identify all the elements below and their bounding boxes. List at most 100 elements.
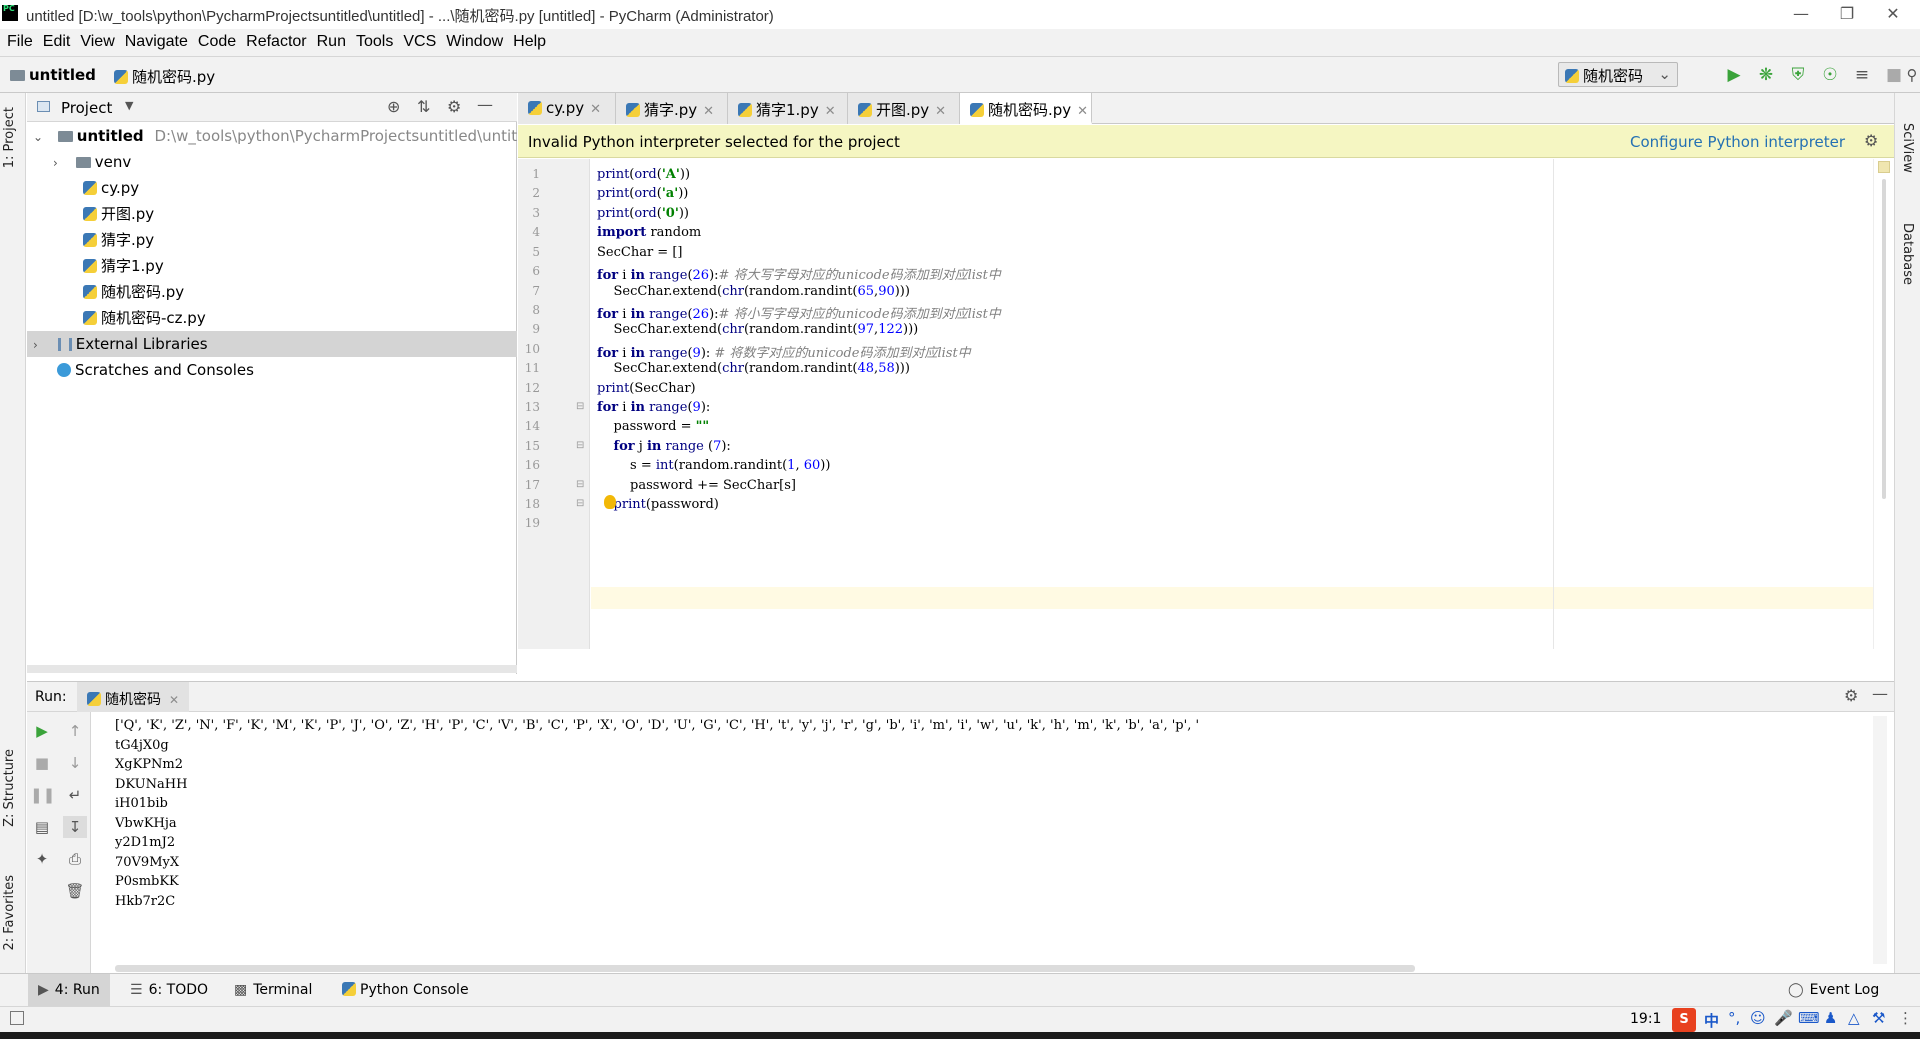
output-horizontal-scrollbar[interactable]: [115, 965, 1415, 972]
collapse-all-icon[interactable]: ⇅: [417, 97, 430, 116]
tree-item-file[interactable]: 随机密码-cz.py: [27, 305, 517, 331]
tab-kaitu[interactable]: 开图.py ✕: [848, 93, 960, 124]
gear-icon[interactable]: ⚙: [447, 97, 461, 116]
close-icon[interactable]: ✕: [825, 104, 836, 119]
tree-item-venv[interactable]: › venv: [27, 149, 517, 175]
trash-icon[interactable]: 🗑: [63, 880, 87, 902]
locate-file-icon[interactable]: ⊕: [387, 97, 400, 116]
lightbulb-icon[interactable]: [604, 495, 616, 509]
tool-tab-favorites[interactable]: 2: Favorites: [2, 875, 17, 951]
tab-cy[interactable]: cy.py ✕: [518, 93, 616, 124]
close-icon[interactable]: ✕: [169, 693, 179, 707]
close-icon[interactable]: ✕: [703, 104, 714, 119]
more-icon[interactable]: ⋮: [1898, 1009, 1913, 1027]
close-window-button[interactable]: ✕: [1870, 2, 1916, 26]
warning-indicator-icon[interactable]: [1878, 161, 1890, 173]
event-log-button[interactable]: ◯ Event Log: [1778, 974, 1889, 1007]
print-icon[interactable]: ⎙: [63, 848, 87, 870]
menu-vcs[interactable]: VCS: [398, 29, 441, 51]
project-view-select[interactable]: Project: [61, 99, 112, 117]
stop-icon[interactable]: ■: [1884, 65, 1904, 85]
run-configuration-select[interactable]: 随机密码 ⌄: [1558, 62, 1678, 87]
run-icon[interactable]: ▶: [1724, 65, 1744, 85]
menu-navigate[interactable]: Navigate: [120, 29, 193, 51]
stop-icon[interactable]: ■: [30, 752, 54, 774]
search-icon[interactable]: ⚲: [1902, 65, 1920, 85]
debug-icon[interactable]: ❋: [1756, 65, 1776, 85]
output-vertical-scrollbar[interactable]: [1873, 716, 1887, 964]
run-with-coverage-icon[interactable]: ⛨: [1788, 65, 1808, 85]
fold-icon[interactable]: ⊟: [576, 401, 584, 412]
menu-refactor[interactable]: Refactor: [241, 29, 311, 51]
skin-icon[interactable]: △: [1848, 1009, 1860, 1027]
restore-layout-icon[interactable]: ▤: [30, 816, 54, 838]
menu-code[interactable]: Code: [193, 29, 241, 51]
caret-position[interactable]: 19:1: [1630, 1011, 1661, 1027]
restore-button[interactable]: ❐: [1824, 2, 1870, 26]
tree-item-file[interactable]: 开图.py: [27, 201, 517, 227]
sogou-ime-icon[interactable]: S: [1672, 1008, 1696, 1032]
user-icon[interactable]: ♟: [1824, 1009, 1837, 1027]
gear-icon[interactable]: ⚙: [1844, 686, 1858, 705]
tool-tab-python-console[interactable]: Python Console: [332, 974, 479, 1007]
menu-view[interactable]: View: [75, 29, 119, 51]
tool-tab-project[interactable]: 1: Project: [2, 107, 17, 168]
profile-icon[interactable]: ☉: [1820, 65, 1840, 85]
tool-tab-sciview[interactable]: SciView: [1900, 123, 1915, 173]
console-output[interactable]: ['Q', 'K', 'Z', 'N', 'F', 'K', 'M', 'K',…: [115, 718, 1875, 958]
pin-icon[interactable]: ✦: [30, 848, 54, 870]
minimize-button[interactable]: —: [1778, 2, 1824, 26]
emoji-icon[interactable]: ☺: [1750, 1009, 1766, 1027]
fold-icon[interactable]: ⊟: [576, 479, 584, 490]
tool-tab-run[interactable]: ▶ 4: Run: [28, 974, 110, 1007]
tree-item-file[interactable]: 猜字1.py: [27, 253, 517, 279]
menu-help[interactable]: Help: [508, 29, 551, 51]
tool-tab-database[interactable]: Database: [1900, 223, 1915, 285]
close-icon[interactable]: ✕: [935, 104, 946, 119]
fold-icon[interactable]: ⊟: [576, 440, 584, 451]
tree-item-file[interactable]: 随机密码.py: [27, 279, 517, 305]
tool-tab-todo[interactable]: ☰ 6: TODO: [120, 974, 218, 1007]
menu-tools[interactable]: Tools: [351, 29, 398, 51]
configure-interpreter-link[interactable]: Configure Python interpreter: [1630, 133, 1845, 151]
tab-caizi1[interactable]: 猜字1.py ✕: [728, 93, 848, 124]
tool-tab-terminal[interactable]: ▩ Terminal: [224, 974, 322, 1007]
close-icon[interactable]: ✕: [590, 102, 601, 117]
microphone-icon[interactable]: 🎤: [1774, 1009, 1793, 1027]
tools-icon[interactable]: ⚒: [1872, 1009, 1885, 1027]
tree-item-scratches[interactable]: Scratches and Consoles: [27, 357, 517, 383]
keyboard-icon[interactable]: ⌨: [1798, 1009, 1820, 1027]
breadcrumb-file[interactable]: 随机密码.py: [114, 66, 215, 87]
run-tab[interactable]: 随机密码 ✕: [77, 682, 190, 712]
horizontal-scrollbar[interactable]: [27, 665, 517, 673]
menu-run[interactable]: Run: [312, 29, 351, 51]
rerun-icon[interactable]: ▶: [30, 720, 54, 742]
concurrency-diagram-icon[interactable]: ≡: [1852, 65, 1872, 85]
hide-panel-icon[interactable]: —: [477, 95, 493, 114]
toggle-tool-windows-icon[interactable]: [10, 1011, 24, 1025]
gear-icon[interactable]: ⚙: [1864, 131, 1878, 150]
close-icon[interactable]: ✕: [1077, 104, 1088, 119]
soft-wrap-icon[interactable]: ↵: [63, 784, 87, 806]
tab-suiji-mima[interactable]: 随机密码.py ✕: [960, 93, 1092, 124]
tree-item-external-libraries[interactable]: › External Libraries: [27, 331, 517, 357]
fold-icon[interactable]: ⊟: [576, 498, 584, 509]
scroll-to-end-icon[interactable]: ↧: [63, 816, 87, 838]
tree-item-root[interactable]: ⌄ untitled D:\w_tools\python\PycharmProj…: [27, 123, 540, 149]
pause-icon[interactable]: ❚❚: [30, 784, 55, 806]
tree-item-file[interactable]: 猜字.py: [27, 227, 517, 253]
tool-tab-structure[interactable]: Z: Structure: [2, 749, 17, 827]
tree-item-file[interactable]: cy.py: [27, 175, 517, 201]
chevron-down-icon[interactable]: ▼: [125, 99, 133, 112]
up-arrow-icon[interactable]: ↑: [63, 720, 87, 742]
down-arrow-icon[interactable]: ↓: [63, 752, 87, 774]
hide-panel-icon[interactable]: —: [1872, 684, 1888, 703]
breadcrumb-project[interactable]: untitled: [10, 66, 96, 84]
menu-edit[interactable]: Edit: [38, 29, 76, 51]
tab-caizi[interactable]: 猜字.py ✕: [616, 93, 728, 124]
ime-mode-indicator[interactable]: 中: [1704, 1010, 1719, 1031]
punctuation-icon[interactable]: °,: [1728, 1009, 1740, 1027]
code-editor[interactable]: print(ord('A')) print(ord('a')) print(or…: [591, 159, 1894, 649]
menu-file[interactable]: File: [0, 29, 38, 51]
scroll-thumb[interactable]: [1882, 179, 1886, 499]
